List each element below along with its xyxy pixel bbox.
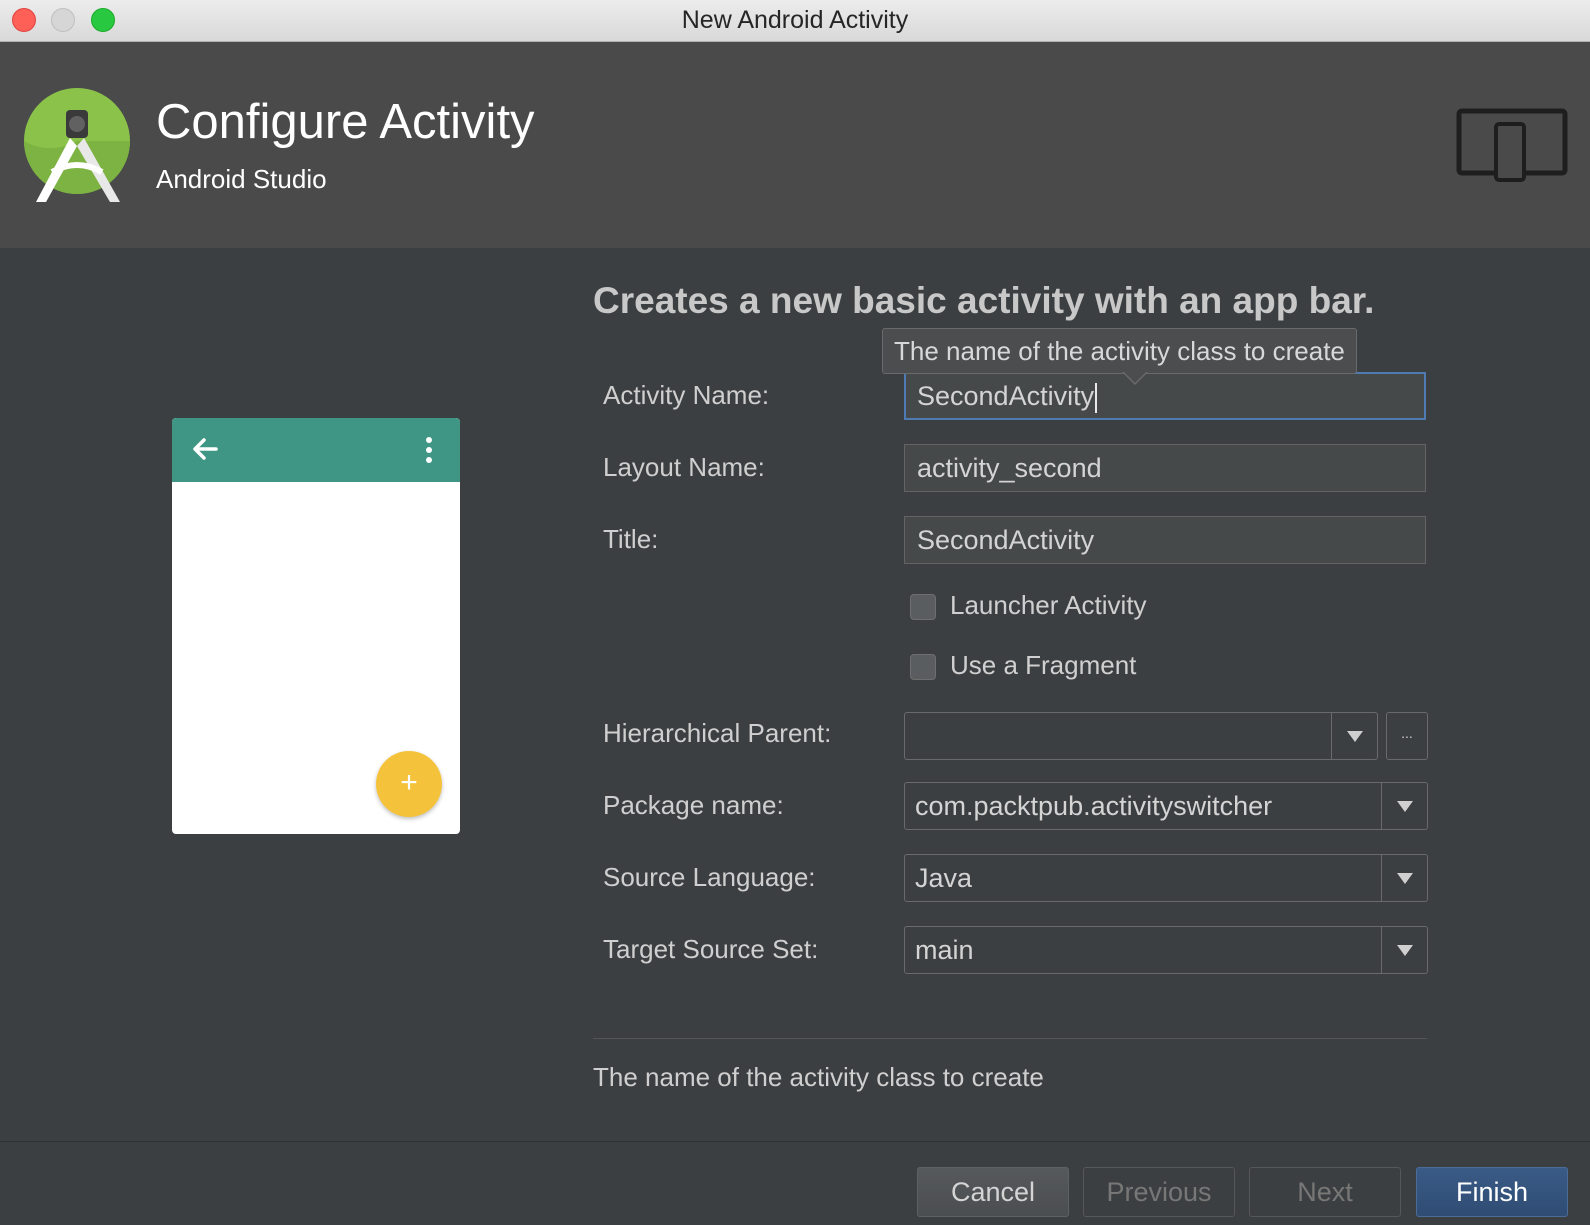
tooltip-pointer-fill (1123, 371, 1147, 383)
page-title: Configure Activity (156, 95, 535, 149)
title-bar: New Android Activity (0, 0, 1590, 42)
layout-name-label: Layout Name: (603, 452, 765, 482)
target-source-set-label: Target Source Set: (603, 934, 819, 964)
package-name-label: Package name: (603, 790, 784, 820)
hierarchical-parent-label: Hierarchical Parent: (603, 718, 832, 748)
form-divider (593, 1038, 1427, 1039)
floating-action-button-preview: + (376, 751, 442, 817)
finish-button[interactable]: Finish (1416, 1167, 1568, 1217)
field-help-text: The name of the activity class to create (593, 1062, 1044, 1092)
source-language-combo[interactable]: Java (904, 854, 1428, 902)
chevron-down-icon[interactable] (1381, 927, 1427, 973)
previous-button[interactable]: Previous (1083, 1167, 1235, 1217)
use-fragment-checkbox[interactable] (910, 654, 936, 680)
chevron-down-icon[interactable] (1381, 783, 1427, 829)
activity-name-field[interactable]: SecondActivity (904, 372, 1426, 420)
launcher-activity-label: Launcher Activity (950, 590, 1147, 620)
overflow-menu-icon (426, 437, 432, 463)
activity-name-tooltip: The name of the activity class to create (882, 328, 1357, 374)
arrow-back-icon (193, 438, 218, 460)
template-description: Creates a new basic activity with an app… (593, 280, 1375, 321)
chevron-down-icon[interactable] (1331, 713, 1377, 759)
preview-app-bar (172, 418, 460, 482)
hierarchical-parent-combo[interactable] (904, 712, 1378, 760)
source-language-label: Source Language: (603, 862, 816, 892)
package-name-value: com.packtpub.activityswitcher (915, 791, 1273, 821)
layout-name-field[interactable]: activity_second (904, 444, 1426, 492)
activity-preview: + (172, 418, 460, 834)
use-fragment-label: Use a Fragment (950, 650, 1137, 680)
page-subtitle: Android Studio (156, 164, 327, 194)
chevron-down-icon[interactable] (1381, 855, 1427, 901)
window-title: New Android Activity (681, 6, 909, 34)
wizard-header: Configure Activity Android Studio (0, 42, 1590, 248)
target-source-set-value: main (915, 935, 974, 965)
source-language-value: Java (915, 863, 973, 893)
footer-divider (0, 1141, 1590, 1142)
new-android-activity-window: New Android Activity Configure Activity … (0, 0, 1590, 1225)
cancel-button[interactable]: Cancel (917, 1167, 1069, 1217)
tablet-phone-icon[interactable] (1456, 108, 1568, 182)
browse-parent-button[interactable]: ... (1386, 712, 1428, 760)
activity-name-label: Activity Name: (603, 380, 770, 410)
next-button[interactable]: Next (1249, 1167, 1401, 1217)
title-field[interactable]: SecondActivity (904, 516, 1426, 564)
android-studio-logo-icon (24, 88, 130, 202)
activity-name-value: SecondActivity (917, 381, 1095, 411)
launcher-activity-checkbox[interactable] (910, 594, 936, 620)
target-source-set-combo[interactable]: main (904, 926, 1428, 974)
text-caret (1095, 382, 1098, 413)
package-name-combo[interactable]: com.packtpub.activityswitcher (904, 782, 1428, 830)
title-label: Title: (603, 524, 659, 554)
